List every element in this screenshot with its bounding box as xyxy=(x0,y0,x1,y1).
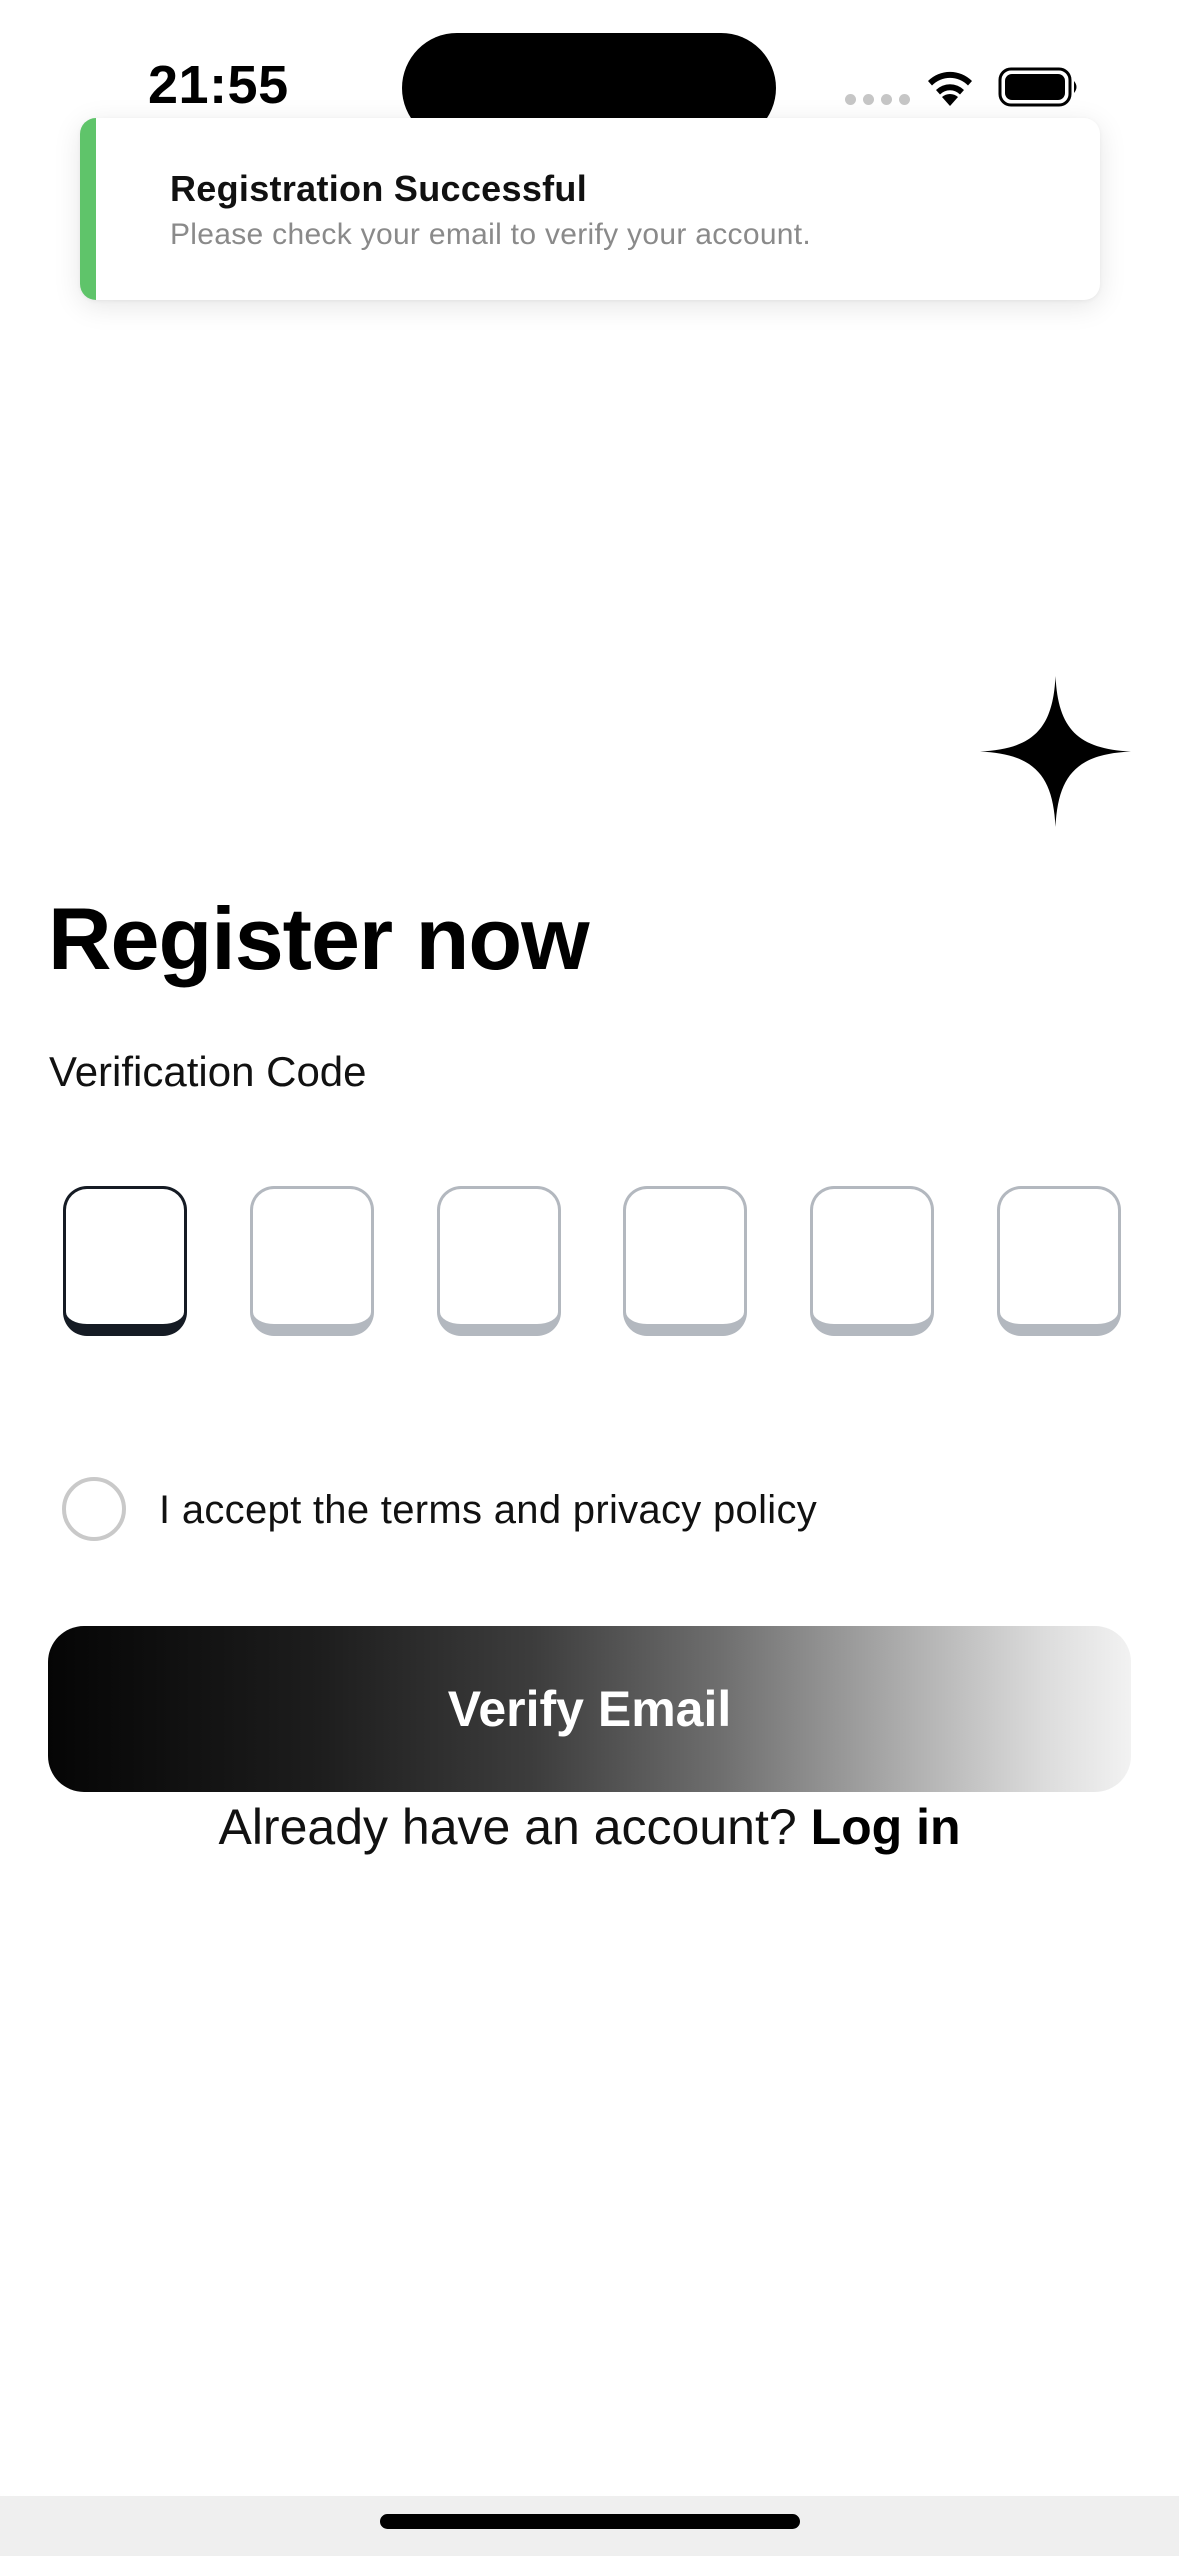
terms-radio-button[interactable] xyxy=(62,1477,126,1541)
home-indicator[interactable] xyxy=(380,2514,800,2529)
page-title: Register now xyxy=(48,889,590,988)
success-toast: Registration Successful Please check you… xyxy=(80,118,1100,300)
code-digit-3[interactable] xyxy=(437,1186,561,1336)
toast-message: Please check your email to verify your a… xyxy=(170,218,812,251)
code-digit-4[interactable] xyxy=(623,1186,747,1336)
battery-icon xyxy=(998,67,1077,107)
toast-accent-bar xyxy=(80,118,96,300)
toast-title: Registration Successful xyxy=(170,168,588,209)
verification-code-inputs xyxy=(63,1186,1121,1336)
code-digit-2[interactable] xyxy=(250,1186,374,1336)
wifi-icon xyxy=(928,71,972,106)
login-prompt: Already have an account? Log in xyxy=(0,1798,1179,1856)
terms-label[interactable]: I accept the terms and privacy policy xyxy=(159,1488,817,1533)
code-digit-5[interactable] xyxy=(810,1186,934,1336)
sparkle-icon xyxy=(980,676,1131,827)
code-digit-1[interactable] xyxy=(63,1186,187,1336)
login-prompt-text: Already have an account? xyxy=(218,1799,797,1855)
verification-code-label: Verification Code xyxy=(49,1048,367,1095)
verify-email-button[interactable]: Verify Email xyxy=(48,1626,1131,1792)
login-link[interactable]: Log in xyxy=(811,1799,961,1855)
cellular-signal-icon xyxy=(845,94,910,105)
code-digit-6[interactable] xyxy=(997,1186,1121,1336)
status-time: 21:55 xyxy=(148,55,289,115)
